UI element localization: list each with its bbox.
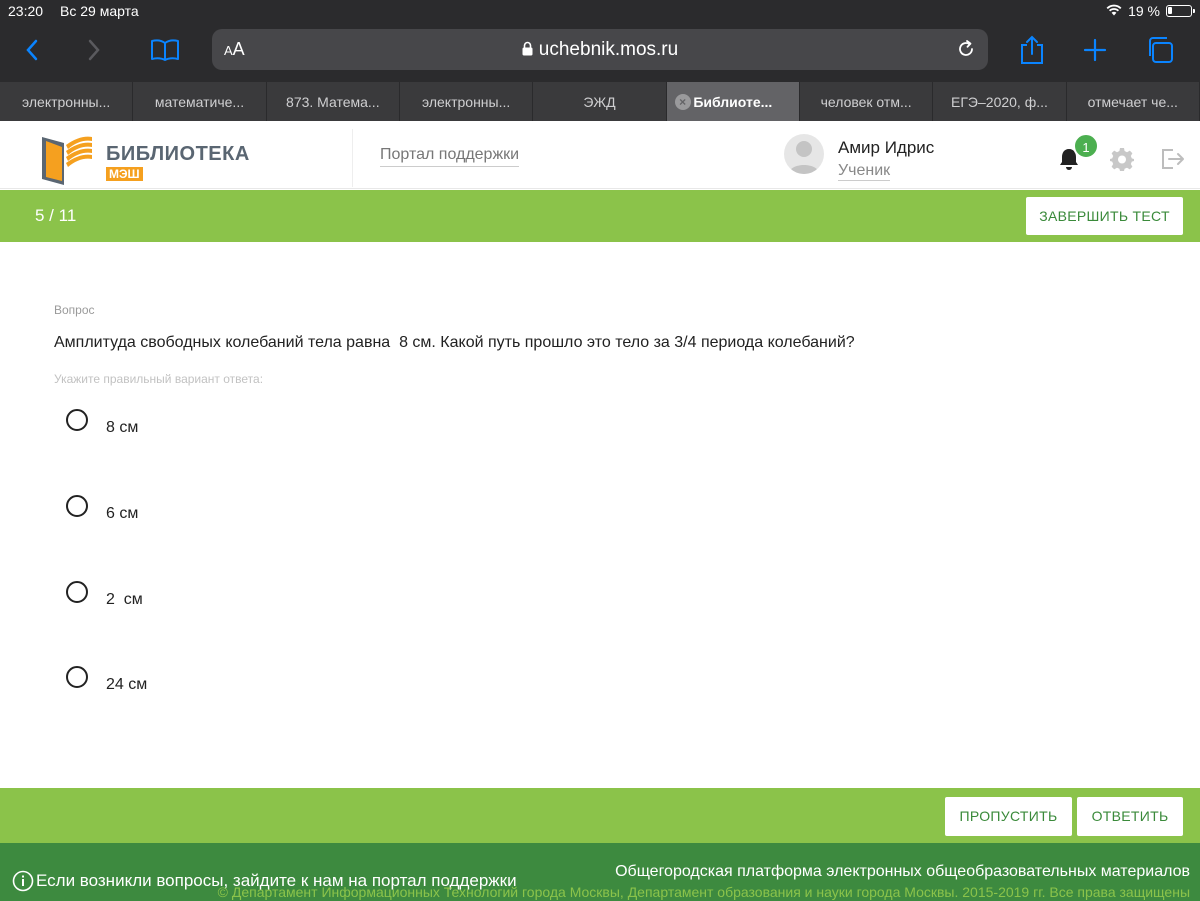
- logout-icon[interactable]: [1160, 147, 1186, 176]
- answer-option[interactable]: 6 см: [64, 495, 364, 535]
- avatar[interactable]: [784, 134, 824, 174]
- answer-button[interactable]: ОТВЕТИТЬ: [1077, 797, 1183, 836]
- tabs-overview-button[interactable]: [1142, 32, 1178, 68]
- logo-title: БИБЛИОТЕКА: [106, 143, 250, 165]
- logo-subtitle: МЭШ: [106, 167, 143, 181]
- finish-test-button[interactable]: ЗАВЕРШИТЬ ТЕСТ: [1026, 197, 1183, 235]
- browser-tab[interactable]: 873. Матема...: [267, 82, 400, 121]
- back-button[interactable]: [14, 32, 50, 68]
- screen: 23:20 Вс 29 марта 19 % AA uchebnik.mos.r…: [0, 0, 1200, 901]
- answer-option[interactable]: 8 см: [64, 409, 364, 449]
- status-time: 23:20: [8, 3, 44, 19]
- notification-badge: 1: [1073, 133, 1099, 159]
- tab-label: 873. Матема...: [286, 93, 380, 110]
- tab-label: человек отм...: [820, 93, 912, 110]
- browser-tab[interactable]: электронны...: [0, 82, 134, 121]
- browser-tab[interactable]: человек отм...: [800, 82, 934, 121]
- test-action-bar: ПРОПУСТИТЬ ОТВЕТИТЬ: [0, 788, 1200, 843]
- radio-button[interactable]: [66, 666, 88, 688]
- option-label: 24 см: [106, 676, 148, 693]
- battery-fill: [1168, 7, 1172, 14]
- url-text: uchebnik.mos.ru: [212, 39, 988, 62]
- tab-label: Библиоте...: [693, 93, 773, 110]
- tab-label: ЕГЭ–2020, ф...: [951, 93, 1048, 110]
- site-header: БИБЛИОТЕКА МЭШ Портал поддержки Амир Идр…: [0, 121, 1200, 189]
- browser-tab[interactable]: ЭЖД: [533, 82, 667, 121]
- wifi-icon: [1106, 3, 1122, 19]
- tab-label: ЭЖД: [583, 93, 616, 110]
- tab-strip: электронны... математиче... 873. Матема.…: [0, 82, 1200, 121]
- site-footer: Если возникли вопросы, зайдите к нам на …: [0, 843, 1200, 901]
- status-bar: 23:20 Вс 29 марта 19 %: [0, 0, 1200, 22]
- reload-icon[interactable]: [956, 39, 976, 64]
- browser-tab[interactable]: математиче...: [133, 82, 267, 121]
- question-text: Амплитуда свободных колебаний тела равна…: [54, 334, 855, 351]
- radio-button[interactable]: [66, 409, 88, 431]
- radio-button[interactable]: [66, 581, 88, 603]
- tab-label: отмечает че...: [1087, 93, 1178, 110]
- skip-button[interactable]: ПРОПУСТИТЬ: [945, 797, 1072, 836]
- answer-option[interactable]: 24 см: [64, 666, 364, 706]
- gear-icon[interactable]: [1110, 147, 1134, 176]
- browser-tab[interactable]: электронны...: [400, 82, 534, 121]
- option-label: 8 см: [106, 419, 139, 436]
- answer-hint: Укажите правильный вариант ответа:: [54, 372, 264, 386]
- platform-text: Общегородская платформа электронных обще…: [615, 863, 1190, 880]
- radio-button[interactable]: [66, 495, 88, 517]
- address-bar[interactable]: AA uchebnik.mos.ru: [212, 29, 988, 70]
- option-label: 6 см: [106, 505, 139, 522]
- browser-tab[interactable]: ЕГЭ–2020, ф...: [933, 82, 1067, 121]
- browser-tab-active[interactable]: × Библиоте...: [666, 82, 800, 121]
- copyright-text: © Департамент Информационных Технологий …: [217, 884, 1190, 900]
- browser-tab[interactable]: отмечает че...: [1067, 82, 1200, 121]
- tab-label: электронны...: [422, 93, 511, 110]
- battery-percent: 19 %: [1128, 3, 1160, 19]
- browser-chrome: 23:20 Вс 29 марта 19 % AA uchebnik.mos.r…: [0, 0, 1200, 82]
- forward-button[interactable]: [76, 32, 112, 68]
- tab-label: электронны...: [22, 93, 111, 110]
- status-right: 19 %: [1106, 3, 1195, 19]
- option-label: 2 см: [106, 591, 143, 608]
- user-role: Ученик: [838, 162, 891, 181]
- question-label: Вопрос: [54, 303, 95, 317]
- book-logo-icon: [42, 136, 92, 185]
- header-divider: [352, 129, 353, 187]
- info-icon: [12, 870, 34, 892]
- answer-option[interactable]: 2 см: [64, 581, 364, 621]
- user-name[interactable]: Амир Идрис: [838, 138, 934, 158]
- bookmarks-button[interactable]: [147, 32, 183, 68]
- library-logo[interactable]: БИБЛИОТЕКА МЭШ: [36, 127, 249, 185]
- lock-icon: [522, 40, 533, 62]
- user-silhouette-icon: [789, 141, 819, 174]
- close-tab-icon[interactable]: ×: [674, 94, 691, 110]
- new-tab-button[interactable]: [1077, 32, 1113, 68]
- status-date: Вс 29 марта: [60, 3, 139, 19]
- share-button[interactable]: [1014, 32, 1050, 68]
- test-progress-bar: 5 / 11 ЗАВЕРШИТЬ ТЕСТ: [0, 190, 1200, 242]
- battery-icon: [1166, 5, 1195, 17]
- tab-label: математиче...: [154, 93, 245, 110]
- question-counter: 5 / 11: [35, 206, 77, 225]
- support-portal-link[interactable]: Портал поддержки: [380, 146, 520, 167]
